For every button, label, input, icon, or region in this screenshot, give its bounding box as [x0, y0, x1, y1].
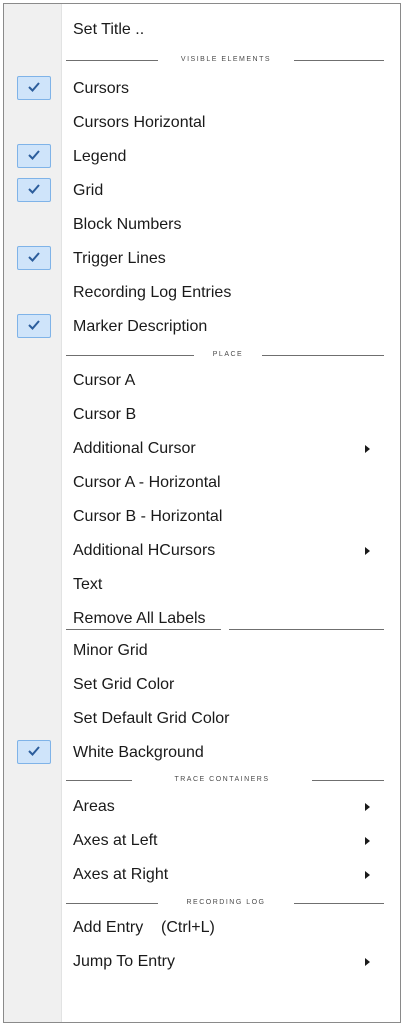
- menu-item-label: Cursor B - Horizontal: [73, 508, 223, 525]
- checkmark-icon: [17, 246, 51, 270]
- menu-item-label: Trigger Lines: [73, 250, 166, 267]
- menu-item-label: Marker Description: [73, 318, 208, 335]
- menu-item-label: Minor Grid: [73, 642, 148, 659]
- menu-item-cursors[interactable]: Cursors: [4, 72, 400, 106]
- menu-item-label: Additional HCursors: [73, 542, 216, 559]
- menu-item-grid[interactable]: Grid: [4, 174, 400, 208]
- separator-place: PLACE: [66, 347, 384, 363]
- menu-item-label: Cursor B: [73, 406, 137, 423]
- menu-item-label: Recording Log Entries: [73, 284, 232, 301]
- menu-item-white-background[interactable]: White Background: [4, 736, 400, 770]
- menu-item-minor-grid[interactable]: Minor Grid: [4, 634, 400, 668]
- menu-item-cursor-a[interactable]: Cursor A: [4, 364, 400, 398]
- menu-item-label: Set Default Grid Color: [73, 710, 230, 727]
- menu-item-recording-log-entries[interactable]: Recording Log Entries: [4, 276, 400, 310]
- separator-caption: TRACE CONTAINERS: [174, 776, 270, 783]
- menu-item-legend[interactable]: Legend: [4, 140, 400, 174]
- submenu-arrow-icon: [365, 871, 370, 879]
- menu-item-axes-at-left[interactable]: Axes at Left: [4, 824, 400, 858]
- checkmark-icon: [17, 144, 51, 168]
- menu-item-label: Set Title ..: [73, 21, 145, 38]
- separator-trace-containers: TRACE CONTAINERS: [66, 772, 384, 788]
- separator-recording-log: RECORDING LOG: [66, 895, 384, 911]
- menu-item-cursor-b-horizontal[interactable]: Cursor B - Horizontal: [4, 500, 400, 534]
- submenu-arrow-icon: [365, 958, 370, 966]
- menu-item-block-numbers[interactable]: Block Numbers: [4, 208, 400, 242]
- menu-item-marker-description[interactable]: Marker Description: [4, 310, 400, 344]
- checkmark-icon: [17, 76, 51, 100]
- submenu-arrow-icon: [365, 803, 370, 811]
- menu-item-text[interactable]: Text: [4, 568, 400, 602]
- menu-item-set-title[interactable]: Set Title ..: [4, 13, 400, 47]
- menu-item-label: Cursors: [73, 80, 130, 97]
- menu-item-label: Add Entry (Ctrl+L): [73, 919, 215, 936]
- menu-item-label: White Background: [73, 744, 204, 761]
- separator-caption: PLACE: [212, 351, 244, 358]
- menu-item-label: Text: [73, 576, 103, 593]
- checkmark-icon: [17, 314, 51, 338]
- menu-item-label: Set Grid Color: [73, 676, 175, 693]
- menu-item-set-grid-color[interactable]: Set Grid Color: [4, 668, 400, 702]
- menu-item-add-entry[interactable]: Add Entry (Ctrl+L): [4, 911, 400, 945]
- menu-item-set-default-grid-color[interactable]: Set Default Grid Color: [4, 702, 400, 736]
- menu-item-cursor-a-horizontal[interactable]: Cursor A - Horizontal: [4, 466, 400, 500]
- menu-item-label: Cursor A: [73, 372, 136, 389]
- menu-item-label: Areas: [73, 798, 115, 815]
- checkmark-icon: [17, 178, 51, 202]
- separator-caption: RECORDING LOG: [186, 899, 266, 906]
- menu-item-trigger-lines[interactable]: Trigger Lines: [4, 242, 400, 276]
- menu-item-label: Cursors Horizontal: [73, 114, 206, 131]
- menu-item-label: Legend: [73, 148, 127, 165]
- menu-item-additional-cursor[interactable]: Additional Cursor: [4, 432, 400, 466]
- menu-item-label: Axes at Left: [73, 832, 158, 849]
- menu-item-label: Cursor A - Horizontal: [73, 474, 221, 491]
- menu-item-label: Additional Cursor: [73, 440, 196, 457]
- menu-item-label: Block Numbers: [73, 216, 182, 233]
- submenu-arrow-icon: [365, 547, 370, 555]
- separator-caption: VISIBLE ELEMENTS: [180, 56, 272, 63]
- menu-item-cursors-horizontal[interactable]: Cursors Horizontal: [4, 106, 400, 140]
- submenu-arrow-icon: [365, 837, 370, 845]
- menu-item-label: Grid: [73, 182, 104, 199]
- menu-item-label: Jump To Entry: [73, 953, 175, 970]
- submenu-arrow-icon: [365, 445, 370, 453]
- context-menu: Set Title .. VISIBLE ELEMENTS Cursors Cu…: [3, 3, 401, 1023]
- menu-item-cursor-b[interactable]: Cursor B: [4, 398, 400, 432]
- menu-item-additional-hcursors[interactable]: Additional HCursors: [4, 534, 400, 568]
- menu-item-label: Axes at Right: [73, 866, 169, 883]
- menu-item-jump-to-entry[interactable]: Jump To Entry: [4, 945, 400, 979]
- checkmark-icon: [17, 740, 51, 764]
- menu-item-axes-at-right[interactable]: Axes at Right: [4, 858, 400, 892]
- separator-visible-elements: VISIBLE ELEMENTS: [66, 52, 384, 68]
- menu-item-areas[interactable]: Areas: [4, 790, 400, 824]
